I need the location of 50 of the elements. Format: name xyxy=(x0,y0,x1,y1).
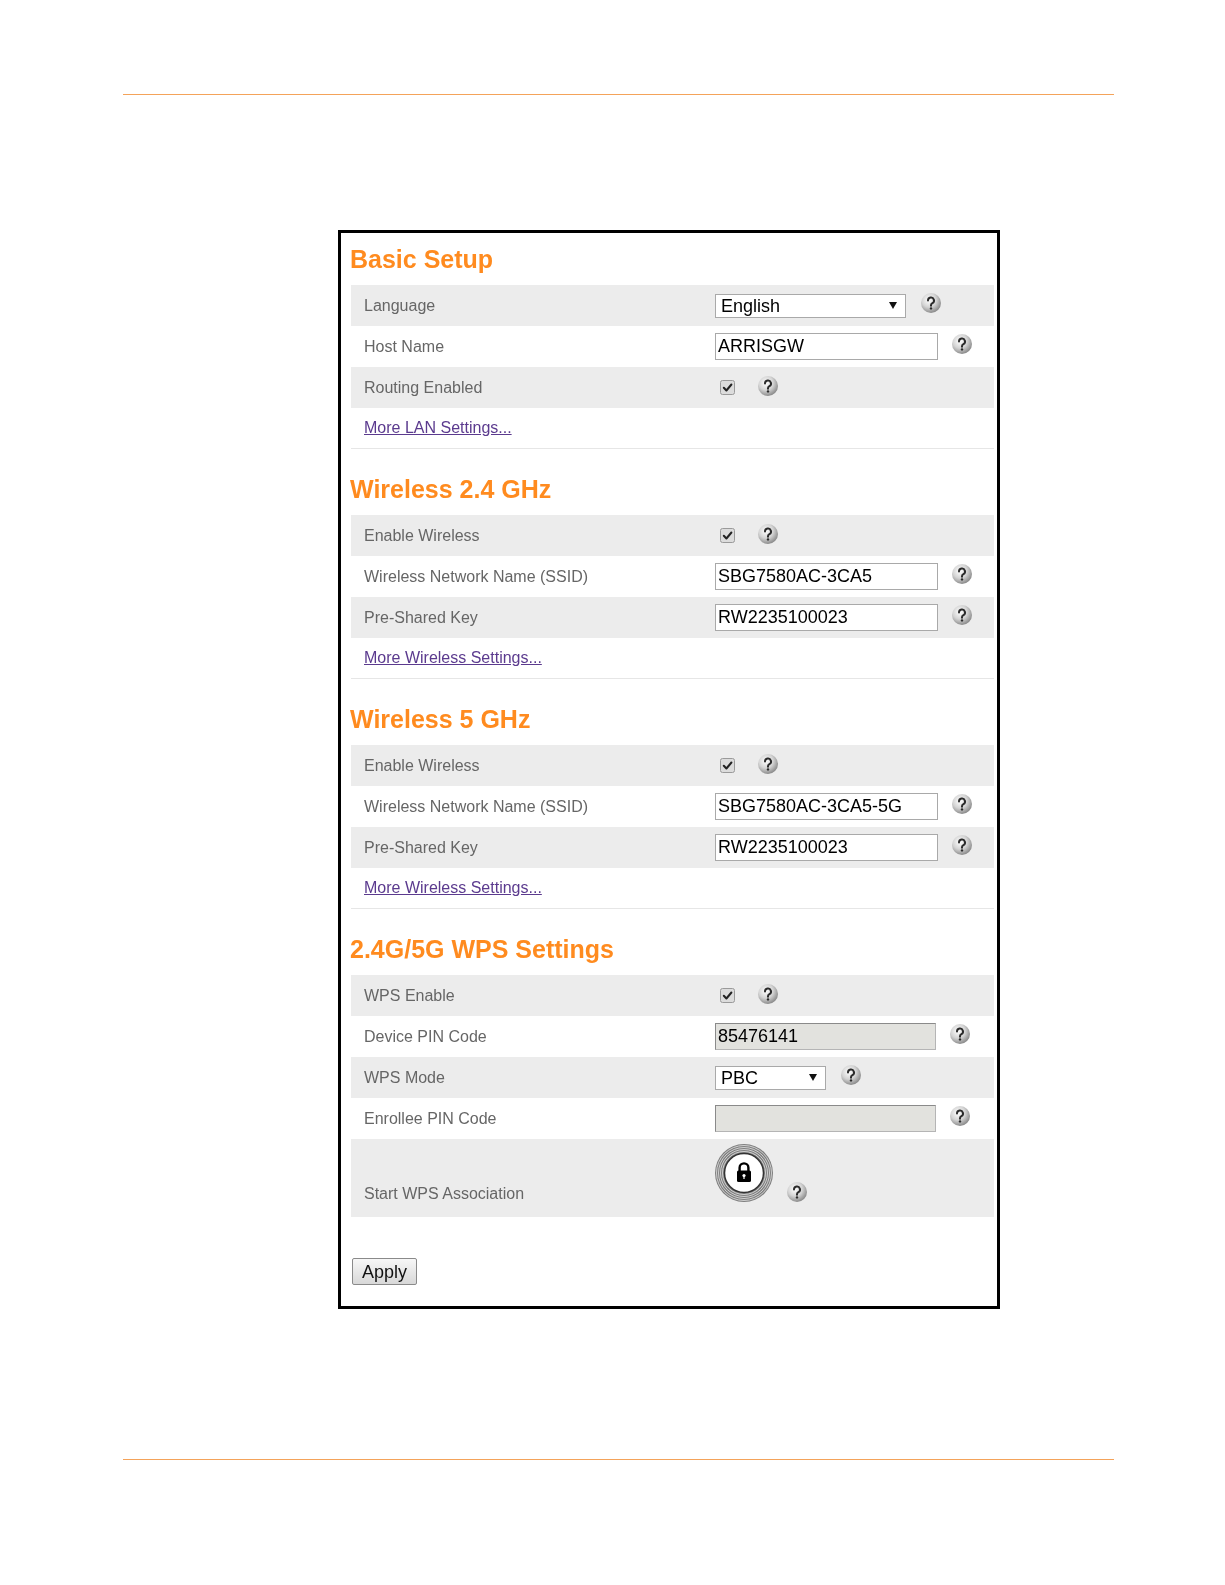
help-icon[interactable] xyxy=(952,563,972,584)
select-dropdown[interactable]: PBC xyxy=(715,1065,826,1090)
padlock-icon[interactable] xyxy=(715,1144,773,1202)
field-label: Device PIN Code xyxy=(364,1027,487,1045)
help-icon[interactable] xyxy=(758,983,778,1004)
field-label: Wireless Network Name (SSID) xyxy=(364,567,589,585)
text-field[interactable]: RW2235100023 xyxy=(715,834,938,861)
checkbox[interactable] xyxy=(720,380,735,395)
help-icon[interactable] xyxy=(952,793,972,814)
field-label: Routing Enabled xyxy=(364,378,483,396)
more-settings-link[interactable]: More LAN Settings... xyxy=(364,418,512,438)
field-label: Pre-Shared Key xyxy=(364,608,478,626)
caret-icon xyxy=(889,302,897,309)
field-label: Enrollee PIN Code xyxy=(364,1109,497,1127)
text-field[interactable]: ARRISGW xyxy=(715,333,938,360)
field-label: Wireless Network Name (SSID) xyxy=(364,797,589,815)
field-label: Pre-Shared Key xyxy=(364,838,478,856)
text-field[interactable]: SBG7580AC-3CA5-5G xyxy=(715,793,938,820)
help-icon[interactable] xyxy=(952,333,972,354)
text-field[interactable]: RW2235100023 xyxy=(715,604,938,631)
section-heading: Basic Setup xyxy=(350,245,494,273)
help-icon[interactable] xyxy=(952,604,972,625)
checkbox[interactable] xyxy=(720,758,735,773)
caret-icon xyxy=(809,1074,817,1081)
field-label: WPS Enable xyxy=(364,986,455,1004)
help-icon[interactable] xyxy=(758,375,778,396)
field-label: WPS Mode xyxy=(364,1068,445,1086)
checkbox[interactable] xyxy=(720,988,735,1003)
help-icon[interactable] xyxy=(841,1064,861,1085)
section-heading: Wireless 5 GHz xyxy=(350,705,531,733)
section-heading: Wireless 2.4 GHz xyxy=(350,475,552,503)
apply-button[interactable]: Apply xyxy=(352,1258,418,1285)
select-dropdown[interactable]: English xyxy=(715,293,906,318)
field-label: Start WPS Association xyxy=(364,1185,525,1202)
text-field[interactable]: SBG7580AC-3CA5 xyxy=(715,563,938,590)
checkbox[interactable] xyxy=(720,528,735,543)
help-icon[interactable] xyxy=(921,292,941,313)
help-icon[interactable] xyxy=(758,753,778,774)
section-heading: 2.4G/5G WPS Settings xyxy=(350,935,614,963)
more-settings-link[interactable]: More Wireless Settings... xyxy=(364,648,542,668)
more-settings-link[interactable]: More Wireless Settings... xyxy=(364,878,542,898)
field-label: Host Name xyxy=(364,337,445,355)
field-label: Enable Wireless xyxy=(364,526,480,544)
help-icon[interactable] xyxy=(787,1182,807,1202)
help-icon[interactable] xyxy=(950,1023,970,1044)
help-icon[interactable] xyxy=(758,523,778,544)
help-icon[interactable] xyxy=(952,834,972,855)
help-icon[interactable] xyxy=(950,1105,970,1126)
field-label: Enable Wireless xyxy=(364,756,480,774)
field-label: Language xyxy=(364,296,436,314)
